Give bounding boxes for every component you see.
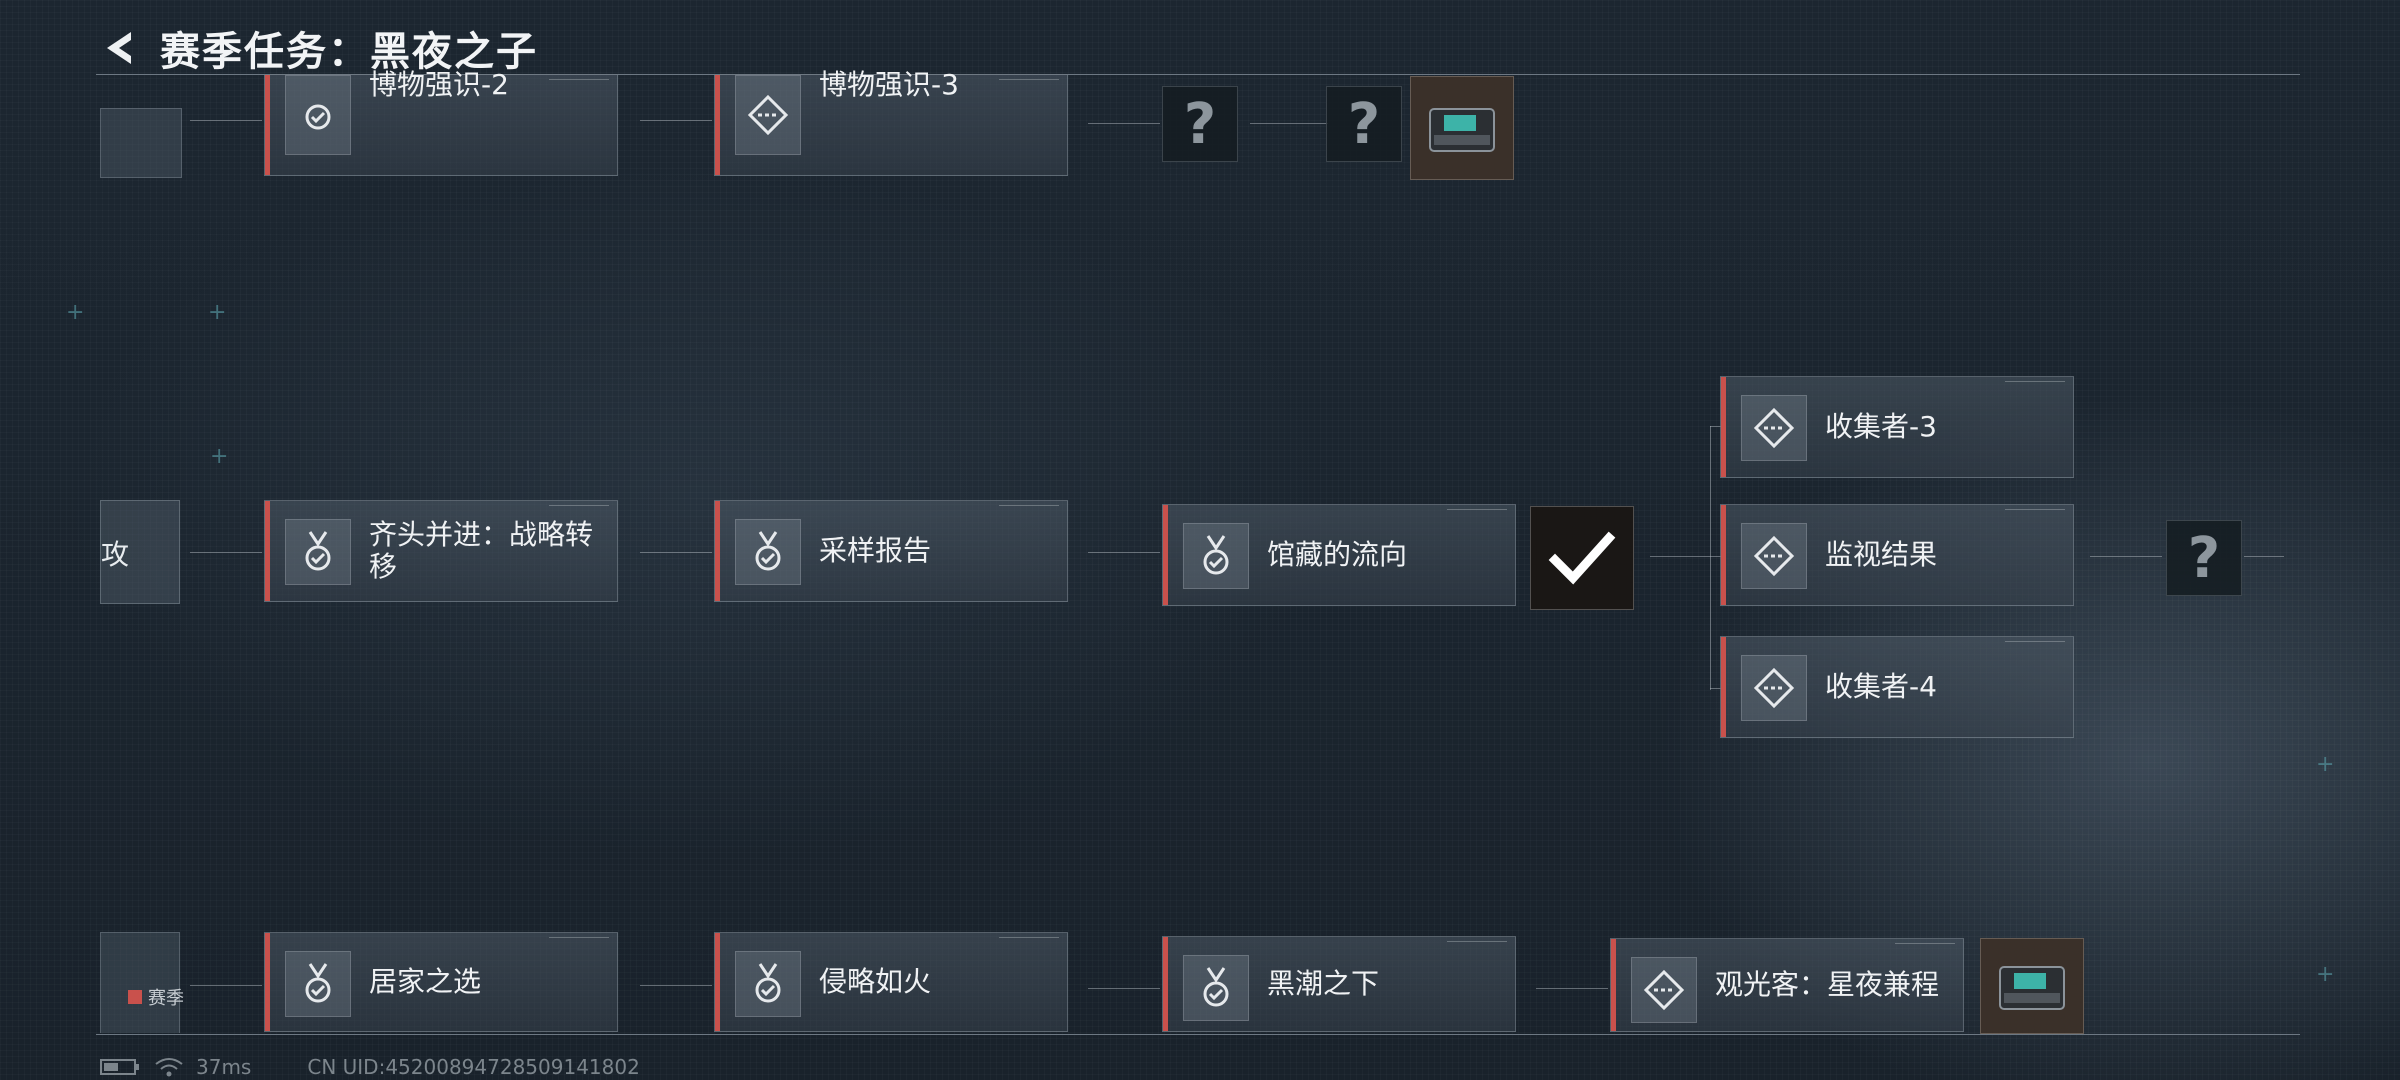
connector-line	[1088, 988, 1160, 989]
connector-line	[1088, 552, 1160, 553]
quest-icon-frame	[735, 75, 801, 155]
legend-color-swatch	[128, 990, 142, 1004]
quest-icon-frame	[1631, 957, 1697, 1023]
back-button[interactable]	[96, 23, 146, 73]
medal-check-icon	[1203, 535, 1229, 575]
quest-icon-frame	[1741, 523, 1807, 589]
connector-line	[1088, 123, 1160, 124]
medal-check-icon	[305, 963, 331, 1003]
locked-reward-slot[interactable]: ?	[1162, 86, 1238, 162]
reward-item[interactable]	[1410, 76, 1514, 180]
quest-label: 博物强识-2	[369, 68, 509, 101]
quest-node-mid-3[interactable]: 馆藏的流向	[1162, 504, 1516, 606]
quest-label: 收集者-4	[1825, 670, 1937, 703]
quest-node-bottom-3[interactable]: 黑潮之下	[1162, 936, 1516, 1032]
quest-node-bottom-1[interactable]: 居家之选	[264, 932, 618, 1032]
partial-node-label: 攻	[101, 538, 130, 571]
quest-node-branch-2[interactable]: 监视结果	[1720, 504, 2074, 606]
crosshair-decoration: +	[66, 300, 85, 325]
diamond-dash-icon	[747, 94, 789, 136]
back-arrow-icon	[107, 32, 131, 64]
quest-node-top-2[interactable]: 博物强识-3	[714, 69, 1068, 176]
supply-box-icon	[1429, 108, 1495, 152]
status-bar: 37ms CN UID:4520089472850914180​2	[100, 1054, 640, 1080]
question-mark: ?	[2187, 525, 2221, 591]
connector-line	[2244, 556, 2284, 557]
quest-icon-frame	[735, 519, 801, 585]
medal-check-icon	[755, 963, 781, 1003]
branch-connector	[1710, 426, 1711, 690]
partial-node[interactable]: 攻	[100, 500, 180, 604]
quest-node-branch-3[interactable]: 收集者-4	[1720, 636, 2074, 738]
quest-icon-frame	[1741, 655, 1807, 721]
quest-label: 侵略如火	[819, 965, 932, 998]
partial-node[interactable]	[100, 932, 180, 1033]
quest-label: 居家之选	[369, 965, 482, 998]
footer-divider	[96, 1034, 2300, 1035]
connector-line	[190, 120, 262, 121]
quest-icon-frame	[285, 951, 351, 1017]
quest-node-bottom-4[interactable]: 观光客：星夜兼程	[1610, 938, 1964, 1032]
connector-line	[190, 985, 262, 986]
crosshair-decoration: +	[2316, 962, 2335, 987]
crosshair-decoration: +	[208, 300, 227, 325]
question-mark: ?	[1347, 91, 1381, 157]
diamond-dash-icon	[1753, 667, 1795, 709]
connector-line	[640, 120, 712, 121]
ping-readout: 37ms	[196, 1055, 252, 1079]
locked-reward-slot[interactable]: ?	[1326, 86, 1402, 162]
diamond-dash-icon	[1643, 969, 1685, 1011]
quest-label: 黑潮之下	[1267, 967, 1380, 1000]
supply-box-icon	[1999, 966, 2065, 1010]
question-mark: ?	[1183, 91, 1217, 157]
medal-check-icon	[305, 531, 331, 571]
partial-node[interactable]	[100, 108, 182, 178]
legend-label: 赛季	[148, 988, 184, 1009]
quest-icon-frame	[1183, 523, 1249, 589]
claimed-reward-checkbox[interactable]	[1530, 506, 1634, 610]
quest-node-top-1[interactable]: 博物强识-2	[264, 69, 618, 176]
connector-line	[1650, 556, 1710, 557]
quest-label: 博物强识-3	[819, 68, 959, 101]
quest-label: 采样报告	[819, 534, 932, 567]
quest-icon-frame	[1183, 955, 1249, 1021]
quest-icon-frame	[285, 75, 351, 155]
checkmark-icon	[1548, 531, 1616, 585]
quest-icon-frame	[285, 519, 351, 585]
crosshair-decoration: +	[2316, 752, 2335, 777]
medal-check-icon	[755, 531, 781, 571]
connector-line	[2090, 556, 2162, 557]
connector-line	[640, 552, 712, 553]
diamond-dash-icon	[1753, 407, 1795, 449]
quest-label: 观光客：星夜兼程	[1715, 968, 1940, 1001]
medal-check-icon	[305, 104, 331, 130]
quest-node-branch-1[interactable]: 收集者-3	[1720, 376, 2074, 478]
quest-label: 监视结果	[1825, 538, 1938, 571]
quest-label: 馆藏的流向	[1267, 538, 1408, 571]
connector-line	[1536, 988, 1608, 989]
connector-line	[640, 985, 712, 986]
battery-icon	[100, 1059, 139, 1075]
quest-icon-frame	[1741, 395, 1807, 461]
locked-reward-slot[interactable]: ?	[2166, 520, 2242, 596]
quest-node-bottom-2[interactable]: 侵略如火	[714, 932, 1068, 1032]
connector-line	[1250, 123, 1328, 124]
diamond-dash-icon	[1753, 535, 1795, 577]
reward-item[interactable]	[1980, 938, 2084, 1034]
crosshair-decoration: +	[210, 444, 229, 469]
quest-label: 齐头并进：战略转移	[369, 518, 594, 583]
medal-check-icon	[1203, 967, 1229, 1007]
quest-icon-frame	[735, 951, 801, 1017]
connector-line	[190, 552, 262, 553]
uid-readout: CN UID:4520089472850914180​2	[307, 1055, 640, 1079]
wifi-icon	[155, 1058, 183, 1077]
quest-node-mid-1[interactable]: 齐头并进：战略转移	[264, 500, 618, 602]
quest-label: 收集者-3	[1825, 410, 1937, 443]
legend: 赛季	[128, 984, 184, 1010]
quest-node-mid-2[interactable]: 采样报告	[714, 500, 1068, 602]
